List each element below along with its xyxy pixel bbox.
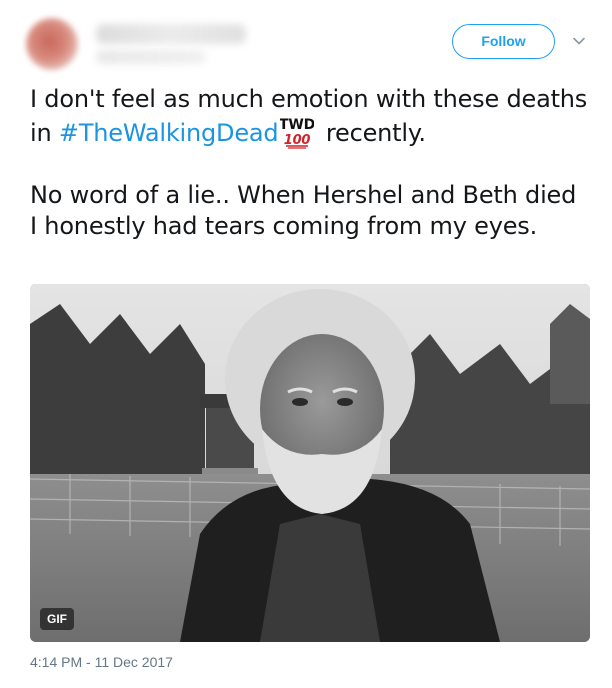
follow-button[interactable]: Follow — [452, 24, 555, 59]
media-gif[interactable]: GIF — [30, 284, 590, 642]
display-name-redacted[interactable] — [96, 24, 246, 44]
tweet-header: Follow — [0, 0, 612, 76]
tweet-timestamp[interactable]: 4:14 PM - 11 Dec 2017 — [30, 654, 173, 670]
username-redacted[interactable] — [96, 50, 206, 64]
avatar[interactable] — [26, 18, 78, 70]
chevron-down-icon[interactable] — [572, 34, 586, 48]
gif-badge: GIF — [40, 608, 74, 630]
twd-100-emoji-icon: TWD 100 — [280, 117, 314, 149]
tweet-paragraph-1: I don't feel as much emotion with these … — [30, 84, 590, 149]
tweet-text-segment: recently. — [318, 119, 426, 147]
tweet-paragraph-2: No word of a lie.. When Hershel and Beth… — [30, 181, 577, 240]
hashtag-link[interactable]: #TheWalkingDead — [59, 119, 279, 147]
gif-still-image — [30, 284, 590, 642]
tweet-text: I don't feel as much emotion with these … — [30, 84, 590, 242]
badge-top-text: TWD — [280, 117, 314, 133]
